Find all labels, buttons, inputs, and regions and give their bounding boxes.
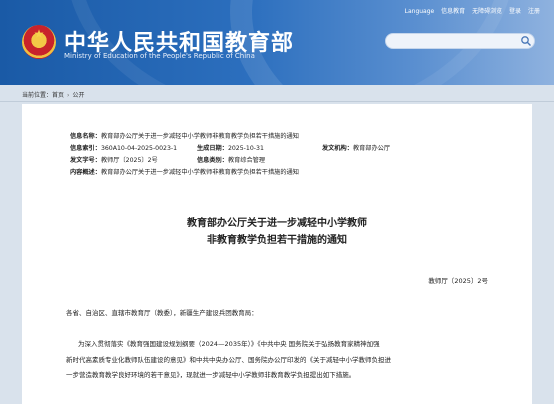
body-line: 新时代高素质专业化教师队伍建设的意见》和中共中央办公厅、国务院办公厅印发的《关于… [66, 355, 391, 364]
nav-language[interactable]: Language [405, 8, 435, 15]
nav-register[interactable]: 注册 [528, 8, 540, 15]
national-emblem-icon[interactable]: ★ [22, 25, 56, 59]
document-number: 教师厅〔2025〕2号 [428, 277, 488, 285]
meta-date-value: 2025-10-31 [227, 145, 264, 152]
meta-agency-label: 发文机构： [322, 145, 353, 152]
breadcrumb-current[interactable]: 公开 [72, 92, 84, 99]
info-metadata: 信息名称：教育部办公厅关于进一步减轻中小学教师非教育教学负担若干措施的通知 信息… [70, 131, 430, 179]
document-body: 为深入贯彻落实《教育强国建设规划纲要（2024—2035年）》《中共中央 国务院… [66, 337, 490, 384]
meta-name-value: 教育部办公厅关于进一步减轻中小学教师非教育教学负担若干措施的通知 [100, 133, 299, 140]
site-header: ★ 中华人民共和国教育部 Ministry of Education of th… [0, 0, 554, 85]
document-addressee: 各省、自治区、直辖市教育厅（教委），新疆生产建设兵团教育局： [66, 309, 258, 317]
content-card: 信息名称：教育部办公厅关于进一步减轻中小学教师非教育教学负担若干措施的通知 信息… [22, 104, 532, 404]
meta-summary-label: 内容概述： [70, 169, 101, 176]
meta-docno-label: 发文字号： [70, 157, 101, 164]
body-line: 一步营造教育教学良好环境的若干意见》，现就进一步减轻中小学教师非教育教学负担提出… [66, 371, 356, 379]
top-nav: Language 信息教育 无障碍浏览 登录 注册 [400, 6, 540, 15]
nav-info-education[interactable]: 信息教育 [441, 8, 465, 15]
meta-name-label: 信息名称： [70, 133, 101, 140]
chevron-right-icon: › [67, 92, 70, 99]
breadcrumb: 当前位置：首页 › 公开 [22, 90, 84, 99]
meta-index-value: 360A10-04-2025-0023-1 [100, 145, 178, 152]
nav-accessibility[interactable]: 无障碍浏览 [472, 8, 502, 15]
meta-docno-value: 教师厅〔2025〕2号 [100, 157, 158, 164]
breadcrumb-home[interactable]: 首页 [52, 92, 64, 99]
document-title: 教育部办公厅关于进一步减轻中小学教师 非教育教学负担若干措施的通知 [22, 215, 532, 249]
meta-summary-value: 教育部办公厅关于进一步减轻中小学教师非教育教学负担若干措施的通知 [100, 169, 299, 176]
star-icon: ★ [33, 27, 45, 41]
meta-index-label: 信息索引： [70, 145, 101, 152]
body-line: 为深入贯彻落实《教育强国建设规划纲要（2024—2035年）》《中共中央 国务院… [78, 340, 380, 348]
site-subtitle: Ministry of Education of the People's Re… [64, 52, 255, 60]
nav-login[interactable]: 登录 [509, 8, 521, 15]
document-title-line2: 非教育教学负担若干措施的通知 [207, 235, 347, 246]
divider [0, 101, 554, 102]
meta-category-value: 教育综合管理 [227, 157, 266, 164]
search-input[interactable] [385, 33, 535, 49]
meta-date-label: 生成日期： [197, 145, 228, 152]
meta-agency-value: 教育部办公厅 [352, 145, 391, 152]
document-title-line1: 教育部办公厅关于进一步减轻中小学教师 [187, 218, 367, 229]
meta-category-label: 信息类别： [197, 157, 228, 164]
breadcrumb-prefix: 当前位置： [22, 92, 53, 99]
search-icon[interactable] [520, 35, 532, 47]
